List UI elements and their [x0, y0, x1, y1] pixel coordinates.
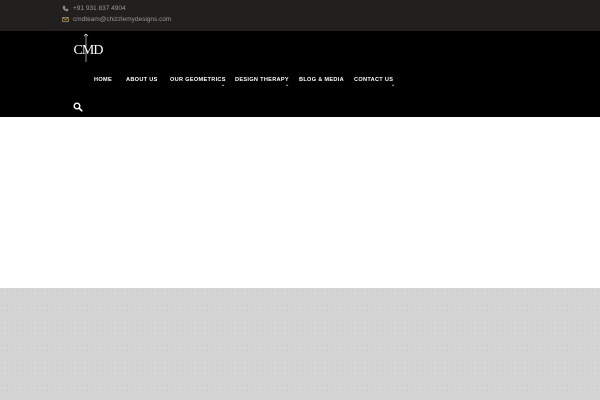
main-navigation: HOME ABOUT US OUR GEOMETRICS ⌄ DESIGN TH… [0, 77, 600, 88]
phone-contact[interactable]: +91 931 837 4904 [62, 5, 126, 12]
svg-text:CMD: CMD [74, 43, 104, 58]
chevron-down-icon: ⌄ [221, 82, 226, 88]
nav-item-blog-media[interactable]: BLOG & MEDIA [299, 77, 344, 83]
nav-item-design-therapy[interactable]: DESIGN THERAPY ⌄ [235, 77, 289, 88]
phone-icon [62, 5, 69, 12]
top-contact-bar: +91 931 837 4904 cmdteam@chizzlemydesign… [0, 0, 600, 31]
nav-item-home[interactable]: HOME [94, 77, 112, 83]
nav-item-contact-us[interactable]: CONTACT US ⌄ [354, 77, 395, 88]
cmd-logo[interactable]: CMD [66, 33, 110, 63]
email-address: cmdteam@chizzlemydesigns.com [73, 16, 172, 23]
grey-pattern-section [0, 288, 600, 400]
hero-blank-area [0, 117, 600, 288]
chevron-down-icon: ⌄ [391, 82, 396, 88]
search-icon[interactable] [73, 102, 83, 112]
nav-item-our-geometrics[interactable]: OUR GEOMETRICS ⌄ [170, 77, 226, 88]
envelope-icon [62, 17, 69, 22]
nav-item-about-us[interactable]: ABOUT US [126, 77, 158, 83]
email-contact[interactable]: cmdteam@chizzlemydesigns.com [62, 16, 171, 23]
main-header: CMD [0, 31, 600, 117]
phone-number: +91 931 837 4904 [73, 5, 126, 12]
chevron-down-icon: ⌄ [285, 82, 290, 88]
